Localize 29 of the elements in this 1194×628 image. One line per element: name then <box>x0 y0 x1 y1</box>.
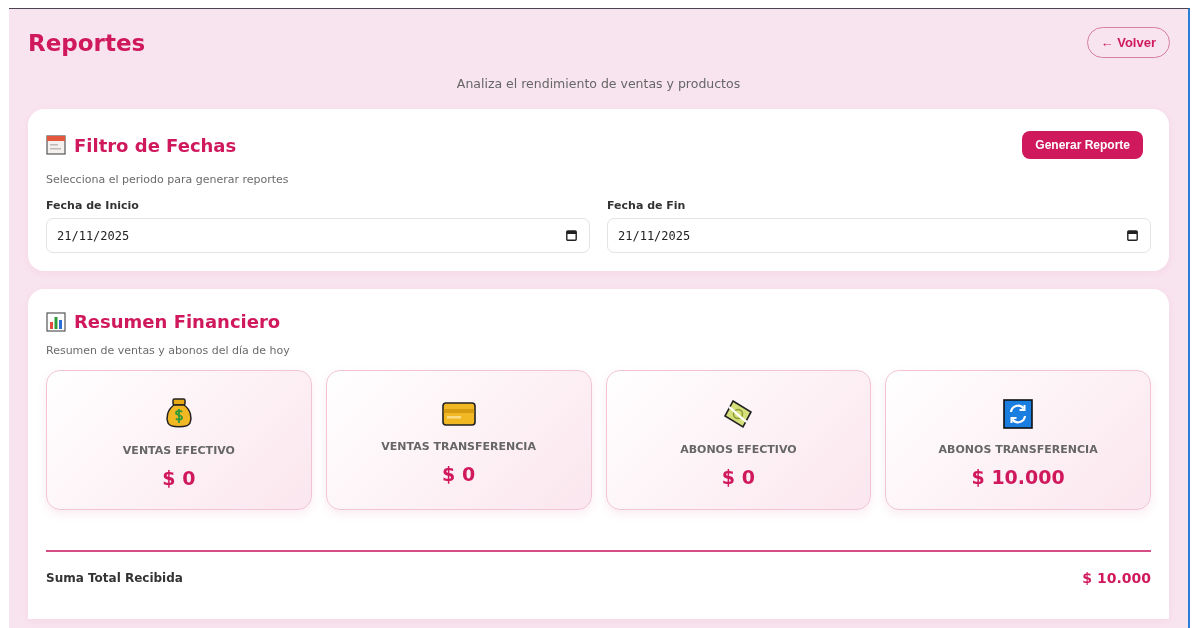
stat-value: $ 0 <box>442 462 476 485</box>
field-label: Fecha de Fin <box>607 199 687 212</box>
stat-label: ABONOS TRANSFERENCIA <box>938 442 1098 456</box>
page-title: Reportes <box>28 29 146 56</box>
total-label: Suma Total Recibida <box>46 571 183 585</box>
field-label: Fecha de Inicio <box>46 199 140 212</box>
credit-card-icon <box>441 401 476 426</box>
card-title: Resumen Financiero <box>74 311 281 332</box>
card-title: Filtro de Fechas <box>74 134 237 156</box>
page-subtitle: Analiza el rendimiento de ventas y productos <box>455 76 742 91</box>
stat-value: $ 10.000 <box>971 465 1065 488</box>
calendar-icon <box>1127 230 1138 241</box>
stat-label: ABONOS EFECTIVO <box>680 442 797 456</box>
card-description: Resumen de ventas y abonos del día de hoy <box>46 344 291 357</box>
stat-value: $ 0 <box>162 466 196 489</box>
money-bag-icon <box>164 397 193 430</box>
generate-report-button[interactable]: Generar Reporte <box>1022 131 1143 159</box>
flying-money-icon <box>723 398 754 429</box>
calendar-icon <box>46 135 66 155</box>
card-description: Selecciona el periodo para generar reportes <box>46 173 290 186</box>
total-value: $ 10.000 <box>1082 570 1151 586</box>
stat-value: $ 0 <box>721 465 755 488</box>
stat-label: VENTAS EFECTIVO <box>122 443 235 457</box>
bar-chart-icon <box>46 311 66 332</box>
date-field[interactable]: 21/11/2025 <box>46 218 590 253</box>
date-field[interactable]: 21/11/2025 <box>607 218 1151 253</box>
stat-label: VENTAS TRANSFERENCIA <box>381 439 536 453</box>
calendar-icon <box>566 230 577 241</box>
refresh-icon <box>1003 398 1034 429</box>
